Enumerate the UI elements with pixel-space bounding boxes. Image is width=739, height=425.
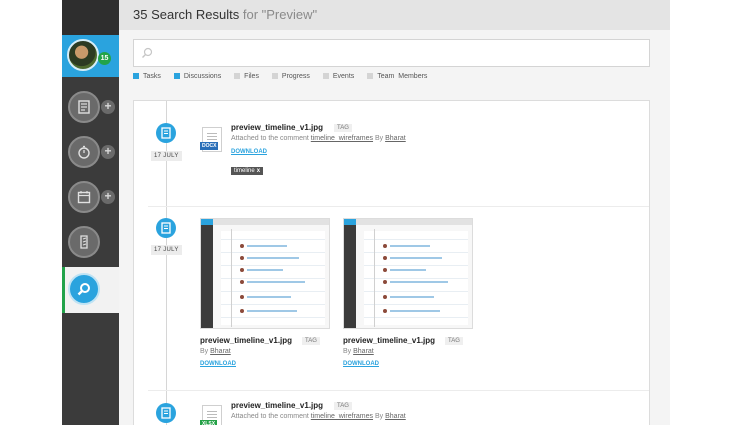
sidebar-item-calendar[interactable] <box>68 181 100 213</box>
xlsx-file-icon: XLSX <box>200 405 222 425</box>
result-count: 35 Search Results <box>133 7 240 22</box>
sidebar-item-search[interactable] <box>62 267 119 313</box>
date-label: 17 JULY <box>151 245 182 255</box>
chip-remove-button[interactable]: x <box>257 168 260 174</box>
tag-label[interactable]: TAG <box>334 124 352 132</box>
comment-link[interactable]: timeline_wireframes <box>311 413 373 420</box>
tag-chip[interactable]: timeline x <box>231 167 264 175</box>
meta-by: By <box>374 413 384 420</box>
notification-badge: 15 <box>98 52 111 65</box>
tag-label[interactable]: TAG <box>334 402 352 410</box>
checkbox[interactable] <box>271 73 278 79</box>
result-title[interactable]: preview_timeline_v1.jpg <box>231 401 323 410</box>
main-content: Tasks Discussions Files Progress Events … <box>119 30 670 425</box>
file-icon <box>80 235 88 249</box>
image-thumbnail[interactable] <box>343 218 473 329</box>
download-link[interactable]: DOWNLOAD <box>200 361 236 367</box>
search-icon <box>77 283 90 296</box>
image-meta: By Bharat <box>343 348 374 355</box>
calendar-icon <box>77 191 91 204</box>
download-link[interactable]: DOWNLOAD <box>343 361 379 367</box>
search-nav-button[interactable] <box>68 273 100 305</box>
avatar[interactable] <box>67 39 99 71</box>
sidebar-item-timer[interactable] <box>68 136 100 168</box>
add-timer-button[interactable]: + <box>101 145 115 159</box>
results-list: 17 JULY DOCX preview_timeline_v1.jpg TAG… <box>133 100 650 425</box>
timeline-marker <box>156 218 176 238</box>
meta-by: By <box>374 135 384 142</box>
document-icon <box>78 100 90 114</box>
filter-label: Discussions <box>183 73 222 80</box>
download-link[interactable]: DOWNLOAD <box>231 149 267 155</box>
timeline-marker <box>156 123 176 143</box>
checkbox[interactable] <box>133 73 139 79</box>
checkbox[interactable] <box>234 73 241 79</box>
results-header: 35 Search Results for "Preview" <box>119 0 670 30</box>
sidebar-item-tasks[interactable] <box>68 91 100 123</box>
filter-tasks[interactable]: Tasks <box>133 73 161 80</box>
page-title: 35 Search Results for "Preview" <box>133 7 317 22</box>
filter-progress[interactable]: Progress <box>271 73 310 80</box>
sidebar-item-files[interactable] <box>68 226 100 258</box>
author-link[interactable]: Bharat <box>210 348 231 355</box>
checkbox[interactable] <box>322 73 329 79</box>
author-link[interactable]: Bharat <box>385 135 406 142</box>
result-meta: Attached to the comment timeline_wirefra… <box>231 135 406 142</box>
filter-label: Tasks <box>143 73 161 80</box>
filter-files[interactable]: Files <box>234 73 259 80</box>
search-query-label: for "Preview" <box>242 7 318 22</box>
checkbox[interactable] <box>367 73 374 79</box>
filter-team-members[interactable]: Team Members <box>367 73 427 80</box>
file-type-label: XLSX <box>200 420 218 425</box>
tag-label[interactable]: TAG <box>445 337 463 345</box>
result-title[interactable]: preview_timeline_v1.jpg <box>231 123 323 132</box>
image-meta: By Bharat <box>200 348 231 355</box>
filter-discussions[interactable]: Discussions <box>173 73 222 80</box>
filter-bar: Tasks Discussions Files Progress Events … <box>133 73 438 80</box>
sidebar: 15 + + + <box>62 0 119 425</box>
date-label: 17 JULY <box>151 151 182 161</box>
comment-link[interactable]: timeline_wireframes <box>311 135 373 142</box>
image-title[interactable]: preview_timeline_v1.jpg <box>200 336 292 345</box>
active-indicator <box>62 267 65 313</box>
sidebar-top <box>62 0 119 35</box>
result-meta: Attached to the comment timeline_wirefra… <box>231 413 406 420</box>
image-thumbnail[interactable] <box>200 218 330 329</box>
filter-events[interactable]: Events <box>322 73 355 80</box>
document-icon <box>161 407 171 419</box>
chip-label: timeline <box>234 168 255 174</box>
search-input[interactable] <box>133 39 650 67</box>
author-link[interactable]: Bharat <box>353 348 374 355</box>
meta-prefix: Attached to the comment <box>231 413 309 420</box>
filter-label: Events <box>332 73 355 80</box>
filter-label: Files <box>244 73 259 80</box>
tag-label[interactable]: TAG <box>302 337 320 345</box>
filter-label: Team Members <box>377 73 428 80</box>
add-event-button[interactable]: + <box>101 190 115 204</box>
meta-prefix: Attached to the comment <box>231 135 309 142</box>
document-icon <box>161 127 171 139</box>
document-icon <box>161 222 171 234</box>
add-task-button[interactable]: + <box>101 100 115 114</box>
file-type-label: DOCX <box>200 142 219 150</box>
docx-file-icon: DOCX <box>200 127 222 152</box>
timeline-line <box>166 101 167 425</box>
stopwatch-icon <box>78 145 90 159</box>
filter-label: Progress <box>281 73 310 80</box>
divider <box>148 206 649 207</box>
timeline-marker <box>156 403 176 423</box>
meta-by: By <box>343 348 352 355</box>
divider <box>148 390 649 391</box>
search-icon <box>142 47 153 58</box>
meta-by: By <box>200 348 209 355</box>
checkbox[interactable] <box>173 73 180 79</box>
image-title[interactable]: preview_timeline_v1.jpg <box>343 336 435 345</box>
user-avatar-area[interactable]: 15 <box>62 35 119 77</box>
author-link[interactable]: Bharat <box>385 413 406 420</box>
